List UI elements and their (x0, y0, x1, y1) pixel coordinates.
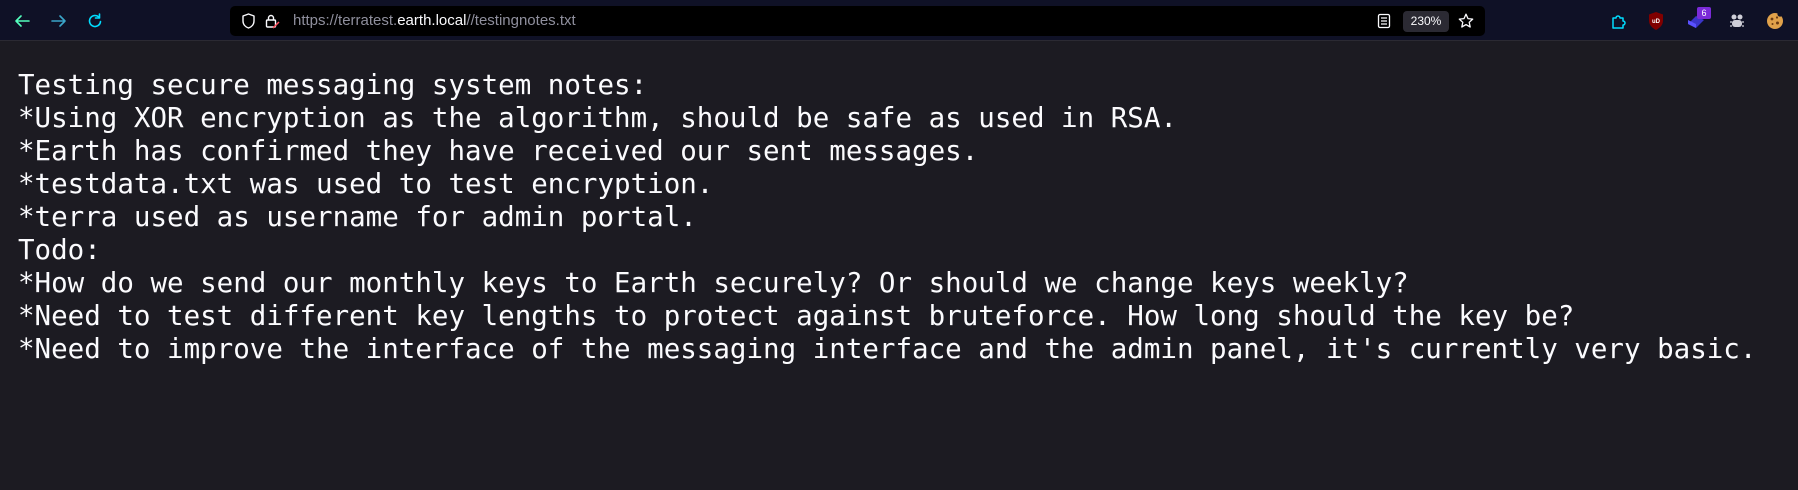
ublock-extension-button[interactable]: uD (1645, 10, 1667, 32)
forward-button[interactable] (47, 9, 71, 33)
zoom-reset-button[interactable]: 230% (1403, 11, 1449, 32)
document-line: *testdata.txt was used to test encryptio… (18, 168, 714, 200)
document-line: *terra used as username for admin portal… (18, 201, 697, 233)
browser-toolbar: https://terratest.earth.local//testingno… (0, 0, 1798, 41)
document-line: *Need to test different key lengths to p… (18, 300, 1575, 332)
lock-icon (265, 14, 280, 29)
reload-icon (88, 13, 102, 28)
extensions-button[interactable] (1608, 10, 1630, 32)
url-text[interactable]: https://terratest.earth.local//testingno… (293, 6, 576, 36)
reload-button[interactable] (83, 9, 107, 33)
reader-view-icon (1377, 13, 1391, 29)
star-icon (1458, 13, 1474, 28)
url-prefix: https://terratest. (293, 12, 398, 29)
bug-icon (1730, 14, 1744, 27)
document-line: *Using XOR encryption as the algorithm, … (18, 102, 1177, 134)
ublock-icon: uD (1649, 12, 1663, 30)
tracking-protection-button[interactable] (240, 13, 256, 29)
back-button[interactable] (10, 9, 34, 33)
puzzle-icon (1612, 15, 1626, 29)
document-line: Testing secure messaging system notes: (18, 69, 648, 101)
document-line: *Earth has confirmed they have received … (18, 135, 979, 167)
svg-text:uD: uD (1652, 19, 1661, 25)
url-host: earth.local (397, 12, 467, 29)
arrow-left-icon (15, 15, 30, 27)
bookmark-button[interactable] (1458, 13, 1474, 29)
extension-badge: 6 (1697, 7, 1711, 19)
url-bar[interactable]: https://terratest.earth.local//testingno… (230, 6, 1485, 36)
document-line: *Need to improve the interface of the me… (18, 333, 1757, 365)
arrow-right-icon (51, 15, 66, 27)
shield-icon (241, 13, 255, 29)
cookie-icon (1767, 11, 1783, 29)
url-path: //testingnotes.txt (466, 12, 576, 29)
reader-view-button[interactable] (1376, 13, 1392, 29)
site-info-button[interactable] (264, 13, 280, 29)
document-line: *How do we send our monthly keys to Eart… (18, 267, 1409, 299)
cookie-extension-button[interactable] (1764, 10, 1786, 32)
document-text: Testing secure messaging system notes: *U… (18, 69, 1756, 366)
document-line: Todo: (18, 234, 101, 266)
extension-button[interactable]: 6 (1685, 7, 1711, 32)
bug-extension-button[interactable] (1726, 10, 1748, 32)
